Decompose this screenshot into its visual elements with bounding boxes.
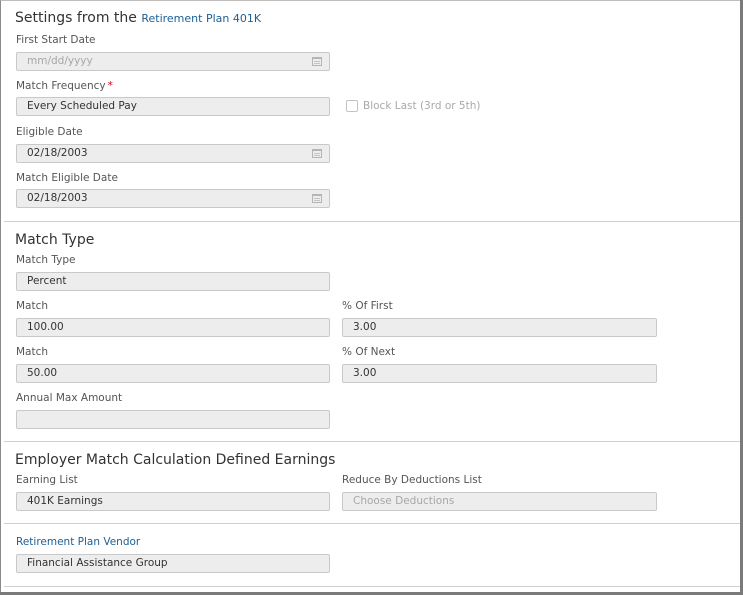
match-label: Match	[16, 346, 49, 358]
page-title: Settings from the Retirement Plan 401K	[15, 10, 261, 26]
section-divider	[4, 221, 740, 222]
earning-list-label: Earning List	[16, 474, 78, 486]
plan-name-link[interactable]: Retirement Plan 401K	[141, 12, 261, 25]
page-title-prefix: Settings from the	[15, 10, 137, 26]
reduce-by-deductions-placeholder: Choose Deductions	[353, 495, 455, 507]
earning-list-field[interactable]: 401K Earnings	[16, 492, 330, 511]
match-type-label: Match Type	[16, 254, 76, 266]
calendar-icon[interactable]	[312, 149, 322, 158]
pct-of-next-field[interactable]: 3.00	[342, 364, 657, 383]
calendar-icon[interactable]	[312, 57, 322, 66]
earnings-section-title: Employer Match Calculation Defined Earni…	[15, 452, 336, 468]
match-type-value: Percent	[27, 275, 67, 287]
section-divider	[4, 441, 740, 442]
match-field[interactable]: 100.00	[16, 318, 330, 337]
match-frequency-label-text: Match Frequency	[16, 80, 106, 92]
retirement-plan-vendor-link[interactable]: Retirement Plan Vendor	[16, 536, 140, 548]
match-eligible-date-field[interactable]: 02/18/2003	[16, 189, 330, 208]
pct-of-next-label: % Of Next	[342, 346, 396, 358]
calendar-icon[interactable]	[312, 194, 322, 203]
first-start-date-field[interactable]: mm/dd/yyyy	[16, 52, 330, 71]
match-value: 100.00	[27, 321, 64, 333]
annual-max-amount-label: Annual Max Amount	[16, 392, 123, 404]
match-type-section-title: Match Type	[15, 232, 95, 248]
pct-of-first-value: 3.00	[353, 321, 377, 333]
match-field[interactable]: 50.00	[16, 364, 330, 383]
pct-of-next-value: 3.00	[353, 367, 377, 379]
match-label: Match	[16, 300, 49, 312]
eligible-date-value: 02/18/2003	[27, 147, 88, 159]
annual-max-amount-field[interactable]	[16, 410, 330, 429]
block-last-checkbox[interactable]	[346, 100, 358, 112]
match-frequency-label: Match Frequency *	[16, 80, 113, 92]
required-marker: *	[107, 80, 113, 92]
eligible-date-field[interactable]: 02/18/2003	[16, 144, 330, 163]
first-start-date-label: First Start Date	[16, 34, 96, 46]
block-last-label: Block Last (3rd or 5th)	[363, 100, 481, 112]
match-value: 50.00	[27, 367, 58, 379]
retirement-plan-vendor-field[interactable]: Financial Assistance Group	[16, 554, 330, 573]
reduce-by-deductions-field[interactable]: Choose Deductions	[342, 492, 657, 511]
reduce-by-deductions-label: Reduce By Deductions List	[342, 474, 482, 486]
retirement-plan-vendor-value: Financial Assistance Group	[27, 557, 168, 569]
earning-list-value: 401K Earnings	[27, 495, 103, 507]
match-eligible-date-label: Match Eligible Date	[16, 172, 118, 184]
first-start-date-placeholder: mm/dd/yyyy	[27, 55, 93, 67]
match-eligible-date-value: 02/18/2003	[27, 192, 88, 204]
section-divider	[4, 586, 740, 587]
eligible-date-label: Eligible Date	[16, 126, 83, 138]
pct-of-first-label: % Of First	[342, 300, 393, 312]
match-frequency-field[interactable]: Every Scheduled Pay	[16, 97, 330, 116]
match-frequency-value: Every Scheduled Pay	[27, 100, 137, 112]
match-type-field[interactable]: Percent	[16, 272, 330, 291]
pct-of-first-field[interactable]: 3.00	[342, 318, 657, 337]
section-divider	[4, 523, 740, 524]
